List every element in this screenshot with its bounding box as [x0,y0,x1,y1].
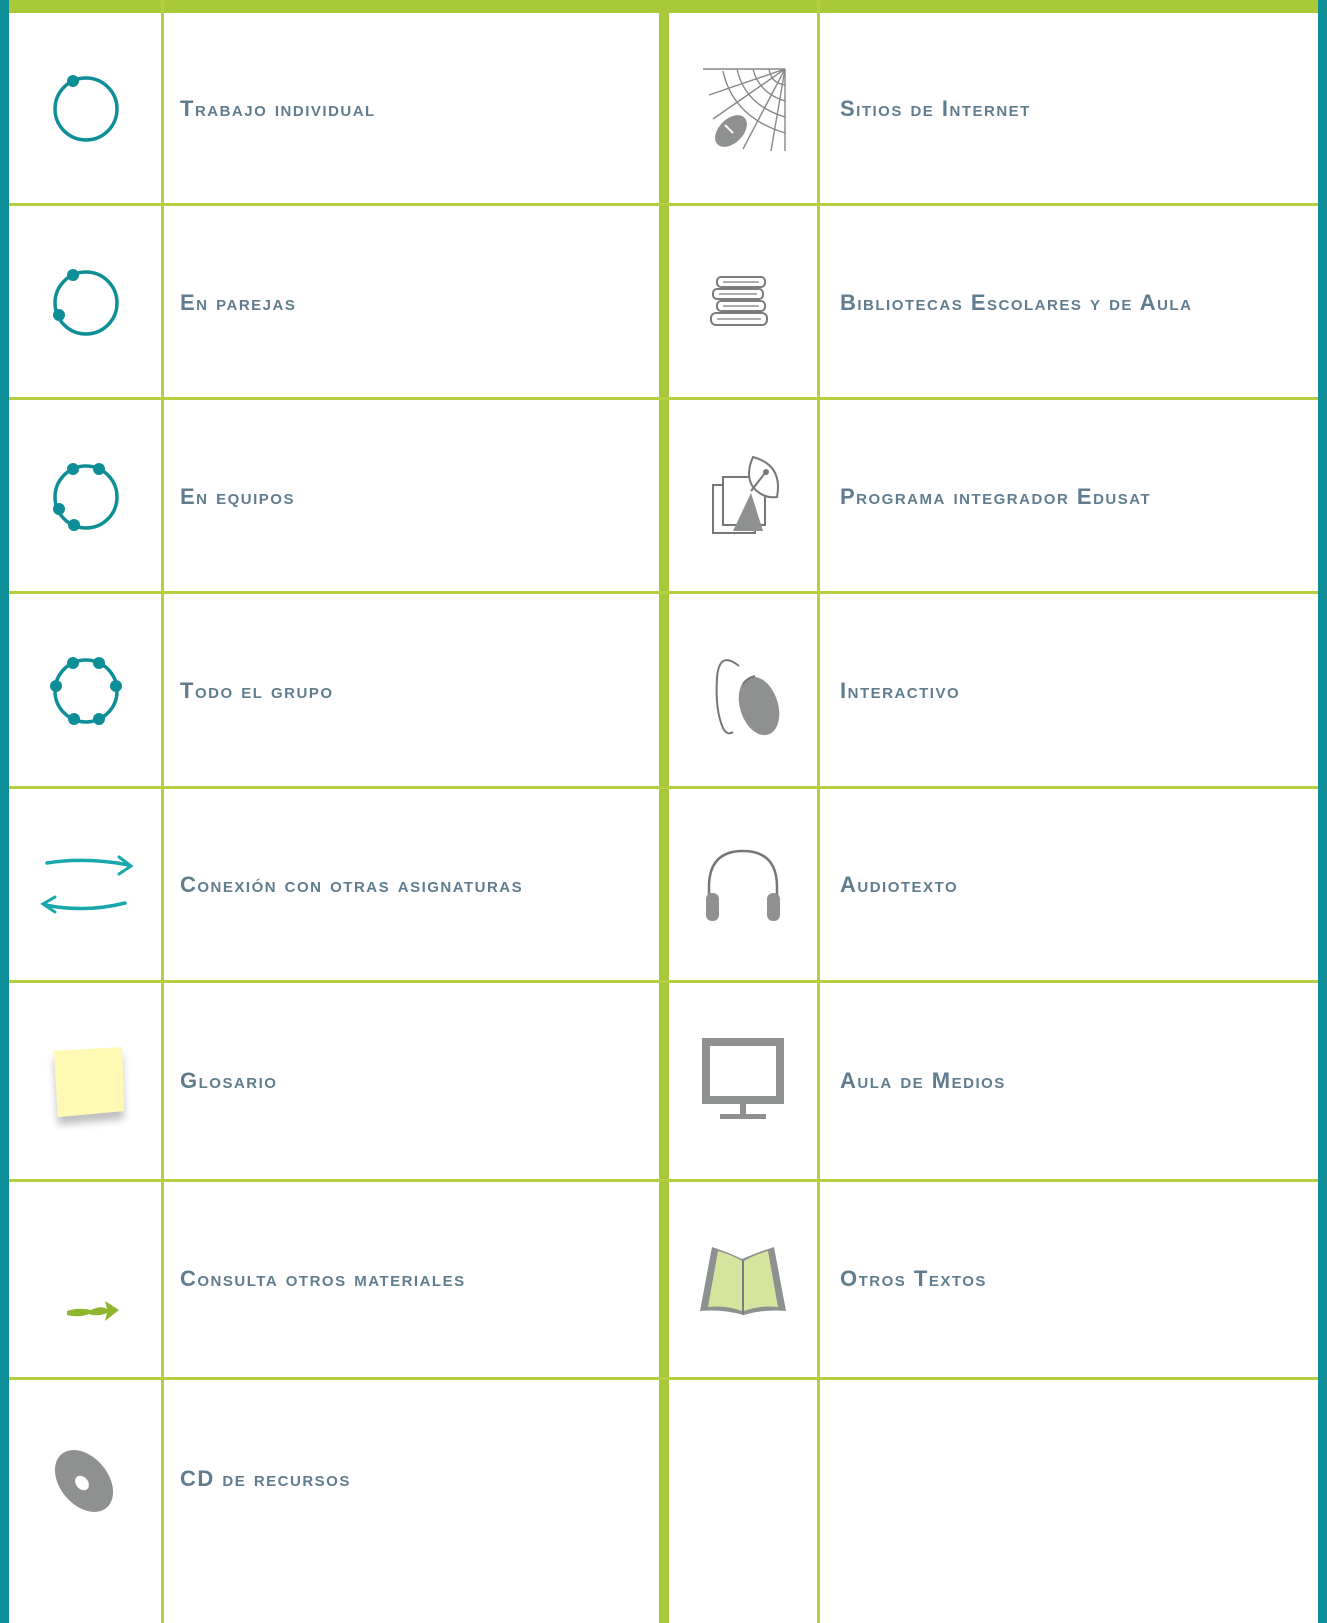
satellite-tv-icon [668,399,818,595]
headphones-icon [668,787,818,983]
sticky-note-icon [11,983,161,1179]
label-en-equipos: En equipos [180,484,295,509]
web-mouse-icon [668,11,818,207]
circle-four-dots-icon [11,399,161,595]
circle-six-dots-icon [11,593,161,789]
label-glosario: Glosario [180,1068,278,1093]
monitor-icon [668,983,818,1179]
right-border [1318,0,1327,1623]
label-consulta-materiales: Consulta otros materiales [180,1266,466,1291]
open-book-icon [668,1181,818,1377]
cd-disc-icon [11,1381,161,1577]
legend-table: Trabajo individual En parejas En equipos [0,0,1327,1623]
mouse-icon [668,593,818,789]
green-arrow-icon [11,1181,161,1377]
circle-one-dot-icon [11,11,161,207]
label-aula-medios: Aula de Medios [840,1068,1006,1093]
label-bibliotecas: Bibliotecas Escolares y de Aula [840,290,1193,315]
grid-hline [9,1377,1318,1380]
label-todo-el-grupo: Todo el grupo [180,678,334,703]
left-border [0,0,9,1623]
book-stack-icon [668,205,818,401]
label-conexion-asignaturas: Conexión con otras asignaturas [180,872,524,897]
label-en-parejas: En parejas [180,290,297,315]
label-otros-textos: Otros Textos [840,1266,987,1291]
label-audiotexto: Audiotexto [840,872,959,897]
label-trabajo-individual: Trabajo individual [180,96,376,121]
label-sitios-internet: Sitios de Internet [840,96,1031,121]
label-cd-recursos: CD de recursos [180,1466,351,1491]
label-programa-edusat: Programa integrador Edusat [840,484,1152,509]
label-interactivo: Interactivo [840,678,961,703]
exchange-arrows-icon [11,787,161,983]
circle-two-dots-icon [11,205,161,401]
